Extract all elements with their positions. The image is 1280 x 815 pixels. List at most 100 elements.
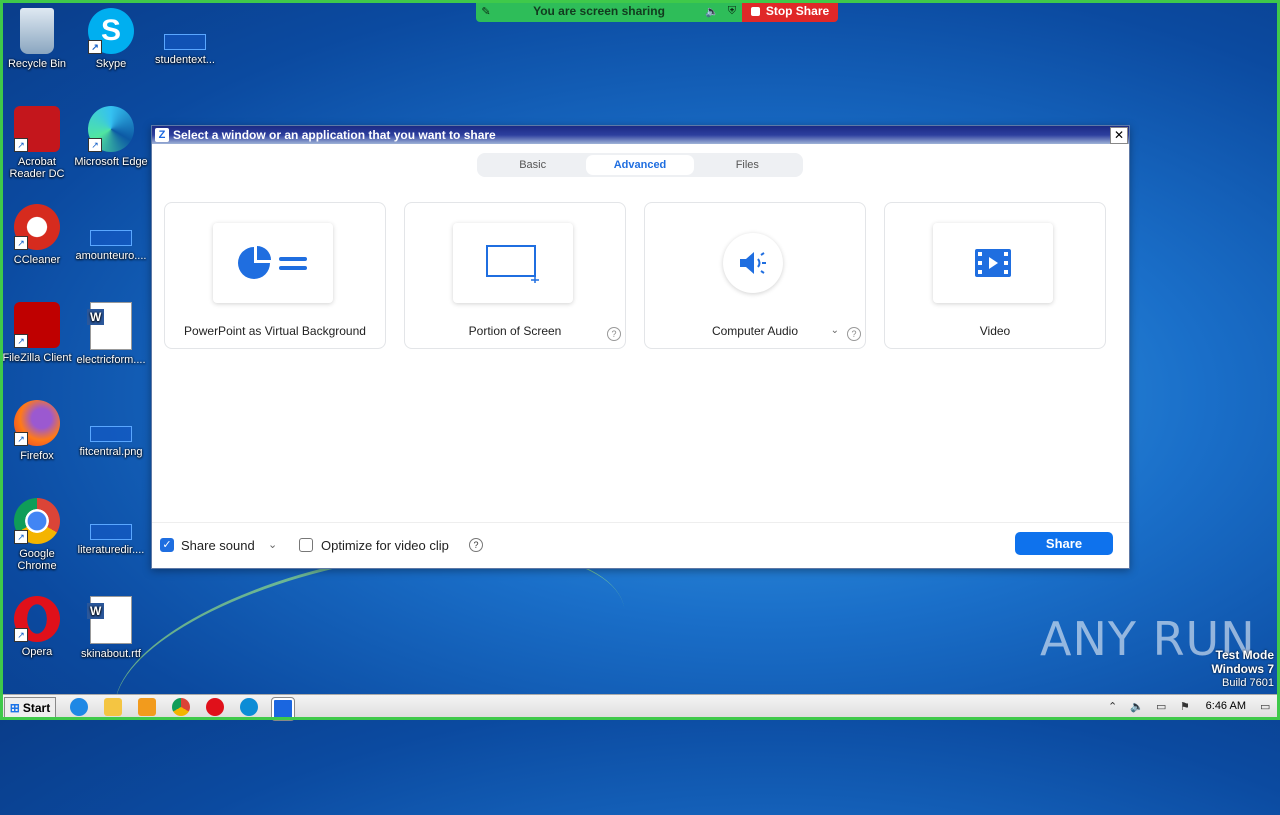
help-icon[interactable]: ? — [469, 538, 483, 552]
tab-basic[interactable]: Basic — [479, 155, 586, 175]
chrome-icon: ↗ — [14, 498, 60, 544]
optimize-video-checkbox[interactable] — [299, 538, 313, 552]
option-video[interactable]: Video — [884, 202, 1106, 349]
share-button[interactable]: Share — [1015, 532, 1113, 555]
desktop-icon-filezilla[interactable]: ↗ FileZilla Client — [0, 302, 74, 364]
acrobat-icon: ↗ — [14, 106, 60, 152]
internet-explorer-icon[interactable] — [70, 698, 88, 716]
desktop-icon-ccleaner[interactable]: ↗ CCleaner — [0, 204, 74, 266]
option-label: Video — [979, 324, 1011, 338]
clock[interactable]: 6:46 AM — [1206, 700, 1246, 712]
chevron-down-icon[interactable]: ⌄ — [831, 325, 839, 336]
tray-expand-icon[interactable]: ⌃ — [1108, 700, 1117, 713]
build-text: Build 7601 — [1222, 677, 1274, 689]
tab-files[interactable]: Files — [694, 155, 801, 175]
tab-advanced[interactable]: Advanced — [586, 155, 694, 175]
option-label: PowerPoint as Virtual Background — [184, 324, 366, 338]
test-mode-text: Test Mode — [1215, 648, 1274, 662]
optimize-video-label[interactable]: Optimize for video clip — [321, 538, 449, 553]
help-icon[interactable]: ? — [607, 327, 621, 341]
close-icon[interactable]: ✕ — [1110, 127, 1128, 144]
media-player-icon[interactable] — [138, 698, 156, 716]
word-doc-icon — [87, 302, 132, 350]
desktop-icon-label: electricform.... — [76, 354, 146, 366]
audio-icon[interactable]: 🔈 — [702, 5, 722, 18]
desktop-icon-label: Firefox — [20, 450, 54, 462]
share-tabs: Basic Advanced Files — [477, 153, 803, 177]
desktop-icon-opera[interactable]: ↗ Opera — [0, 596, 74, 658]
help-icon[interactable]: ? — [847, 327, 861, 341]
desktop-icon-skinabout[interactable]: skinabout.rtf — [74, 596, 148, 660]
start-label: Start — [22, 700, 51, 715]
file-icon — [90, 230, 132, 246]
option-portion-of-screen[interactable]: Portion of Screen ? — [404, 202, 626, 349]
desktop-icon-skype[interactable]: S ↗ Skype — [74, 8, 148, 70]
desktop-icon-label: Microsoft Edge — [74, 156, 148, 168]
desktop-icon-fitcentral[interactable]: fitcentral.png — [74, 400, 148, 458]
desktop-icon-firefox[interactable]: ↗ Firefox — [0, 400, 74, 462]
desktop-icon-edge[interactable]: ↗ Microsoft Edge — [74, 106, 148, 168]
stop-share-button[interactable]: Stop Share — [742, 0, 838, 22]
desktop-icon-label: Acrobat Reader DC — [9, 156, 65, 180]
option-computer-audio[interactable]: Computer Audio ⌄ ? — [644, 202, 866, 349]
firefox-icon: ↗ — [14, 400, 60, 446]
screen-sharing-bar[interactable]: ✎ You are screen sharing 🔈 ⛨ — [476, 0, 742, 22]
stop-icon — [750, 6, 760, 16]
shield-icon: ⛨ — [727, 4, 737, 17]
zoom-logo-icon: Z — [155, 128, 169, 142]
desktop-icon-literaturedir[interactable]: literaturedir.... — [74, 498, 148, 556]
option-powerpoint-background[interactable]: PowerPoint as Virtual Background — [164, 202, 386, 349]
desktop-icon-label: amounteuro.... — [75, 250, 147, 262]
desktop-icon-studentext[interactable]: studentext... — [148, 8, 222, 66]
desktop-icon-label: literaturedir.... — [77, 544, 145, 556]
share-sound-label[interactable]: Share sound — [181, 538, 255, 553]
desktop-icon-label: fitcentral.png — [79, 446, 143, 458]
word-doc-icon — [87, 596, 132, 644]
edge-taskbar-icon[interactable] — [240, 698, 258, 716]
pin-icon[interactable]: ✎ — [476, 5, 496, 18]
chrome-taskbar-icon[interactable] — [172, 698, 190, 716]
taskbar: ⊞ Start ⌃ 🔈 ▭ ⚑ 6:46 AM ▭ — [0, 694, 1280, 721]
start-button[interactable]: ⊞ Start — [4, 697, 56, 718]
opera-taskbar-icon[interactable] — [206, 698, 224, 716]
os-text: Windows 7 — [1211, 662, 1274, 676]
show-desktop-button[interactable]: ▭ — [1260, 700, 1270, 713]
option-label: Portion of Screen — [468, 324, 562, 338]
desktop-icon-label: FileZilla Client — [2, 352, 72, 364]
desktop-icon-label: CCleaner — [13, 254, 61, 266]
zoom-taskbar-icon[interactable] — [271, 697, 295, 721]
desktop-icon-recycle-bin[interactable]: Recycle Bin — [0, 8, 74, 70]
skype-icon: S ↗ — [88, 8, 134, 54]
opera-icon: ↗ — [14, 596, 60, 642]
recycle-bin-icon — [20, 8, 54, 54]
network-icon[interactable]: ▭ — [1156, 700, 1166, 713]
dialog-title-bar[interactable]: Z Select a window or an application that… — [152, 126, 1129, 144]
desktop-icon-label: studentext... — [155, 54, 215, 66]
portion-of-screen-icon — [453, 223, 573, 303]
desktop-icon-acrobat[interactable]: ↗ Acrobat Reader DC — [0, 106, 74, 180]
desktop-icon-label: Opera — [21, 646, 53, 658]
flag-icon[interactable]: ⚑ — [1180, 700, 1190, 713]
dialog-footer: ✓ Share sound ⌄ Optimize for video clip … — [152, 522, 1129, 568]
chevron-down-icon[interactable]: ⌄ — [268, 538, 277, 551]
sharing-status-text: You are screen sharing — [533, 4, 665, 18]
desktop-icon-label: Recycle Bin — [7, 58, 67, 70]
ccleaner-icon: ↗ — [14, 204, 60, 250]
desktop-icon-electricform[interactable]: electricform.... — [74, 302, 148, 366]
file-icon — [164, 34, 206, 50]
file-icon — [90, 524, 132, 540]
file-explorer-icon[interactable] — [104, 698, 122, 716]
powerpoint-background-icon — [213, 223, 333, 303]
windows-logo-icon: ⊞ — [9, 700, 20, 715]
share-options: PowerPoint as Virtual Background Portion… — [164, 202, 1106, 349]
desktop-icon-label: Skype — [95, 58, 127, 70]
desktop-icon-label: skinabout.rtf — [81, 648, 141, 660]
share-sound-checkbox[interactable]: ✓ — [160, 538, 174, 552]
desktop-icon-amounteuro[interactable]: amounteuro.... — [74, 204, 148, 262]
desktop-icon-chrome[interactable]: ↗ Google Chrome — [0, 498, 74, 572]
desktop-icon-label: Google Chrome — [17, 548, 57, 572]
filezilla-icon: ↗ — [14, 302, 60, 348]
share-dialog: Z Select a window or an application that… — [151, 125, 1130, 569]
volume-icon[interactable]: 🔈 — [1130, 700, 1144, 713]
stop-share-label: Stop Share — [765, 4, 830, 18]
